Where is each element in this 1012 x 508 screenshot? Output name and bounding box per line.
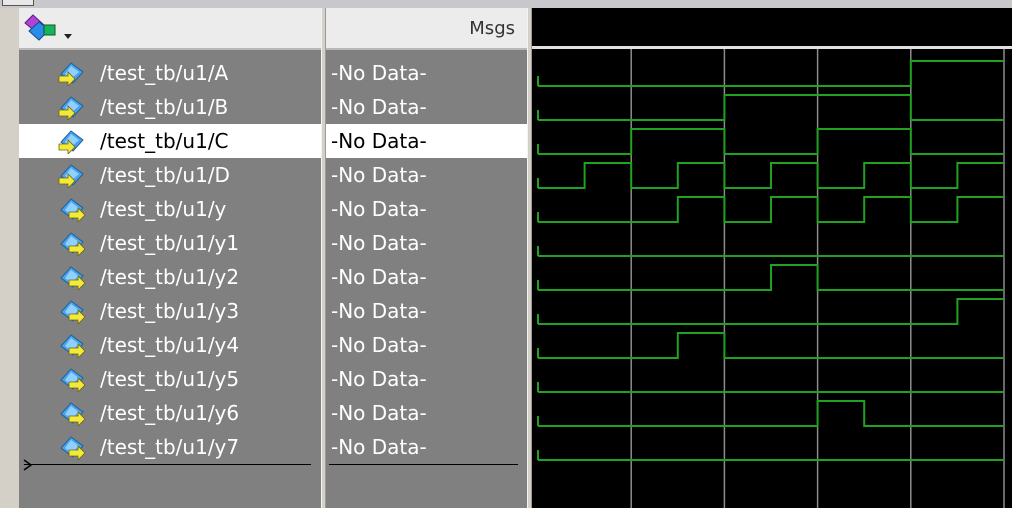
input-signal-icon [57,62,89,87]
output-signal-icon [57,436,89,461]
window-tab[interactable] [2,0,34,6]
waveform-canvas[interactable] [532,8,1012,508]
message-row[interactable]: -No Data- [326,396,527,430]
message-value: -No Data- [331,265,427,289]
message-row[interactable]: -No Data- [326,328,527,362]
signal-names-pane[interactable]: /test_tb/u1/A/test_tb/u1/B/test_tb/u1/C /… [19,8,321,508]
output-signal-icon [57,232,89,257]
signal-row[interactable]: /test_tb/u1/C [19,124,321,158]
output-signal-icon [57,198,89,223]
message-value: -No Data- [331,95,427,119]
output-signal-icon [57,334,89,359]
signal-name: /test_tb/u1/A [100,61,229,85]
signal-name: /test_tb/u1/y6 [100,401,240,425]
signal-name: /test_tb/u1/C [100,129,229,153]
input-signal-icon [57,164,89,189]
message-row[interactable]: -No Data- [326,90,527,124]
message-value: -No Data- [331,61,427,85]
signal-trace[interactable] [538,94,1004,121]
output-signal-icon [57,300,89,325]
message-row[interactable]: -No Data- [326,430,527,464]
list-end-marker-icon [23,459,33,471]
signal-trace[interactable] [538,264,1004,291]
signal-name: /test_tb/u1/y3 [100,299,240,323]
left-margin [0,8,19,508]
message-row[interactable]: -No Data- [326,260,527,294]
list-end-line [24,464,311,465]
signal-trace[interactable] [538,196,1004,223]
signal-trace[interactable] [538,128,1004,155]
msgs-header: Msgs [326,8,527,50]
message-value: -No Data- [331,367,427,391]
signal-row[interactable]: /test_tb/u1/y4 [19,328,321,362]
message-value: -No Data- [331,299,427,323]
message-value: -No Data- [331,163,427,187]
signal-name: /test_tb/u1/y [100,197,227,221]
signal-name: /test_tb/u1/B [100,95,229,119]
signal-row[interactable]: /test_tb/u1/y5 [19,362,321,396]
message-row[interactable]: -No Data- [326,226,527,260]
message-value: -No Data- [331,435,427,459]
messages-pane[interactable]: Msgs -No Data- -No Data- -No Data- -No Data… [326,8,527,508]
signal-row[interactable]: /test_tb/u1/D [19,158,321,192]
signal-trace[interactable] [538,162,1004,189]
output-signal-icon [57,266,89,291]
message-row[interactable]: -No Data- [326,158,527,192]
signal-row[interactable]: /test_tb/u1/y6 [19,396,321,430]
signal-row[interactable]: /test_tb/u1/y7 [19,430,321,464]
message-value: -No Data- [331,333,427,357]
signal-name: /test_tb/u1/y4 [100,333,240,357]
signal-name: /test_tb/u1/y5 [100,367,240,391]
msgs-end-line [329,464,518,465]
signal-trace[interactable] [538,298,1004,325]
signal-row[interactable]: /test_tb/u1/y [19,192,321,226]
message-value: -No Data- [331,231,427,255]
message-row[interactable]: -No Data- [326,56,527,90]
message-value: -No Data- [331,401,427,425]
message-row[interactable]: -No Data- [326,192,527,226]
signal-name: /test_tb/u1/D [100,163,230,187]
msgs-column-title: Msgs [469,18,515,39]
waveform-pane[interactable] [532,8,1012,508]
output-signal-icon [57,368,89,393]
message-value: -No Data- [331,129,427,153]
message-row[interactable]: -No Data- [326,294,527,328]
message-row[interactable]: -No Data- [326,362,527,396]
signal-name: /test_tb/u1/y1 [100,231,240,255]
signal-row[interactable]: /test_tb/u1/y1 [19,226,321,260]
wave-display-dropdown-icon[interactable] [23,13,75,43]
message-value: -No Data- [331,197,427,221]
signal-trace[interactable] [538,400,1004,427]
input-signal-icon [57,130,89,155]
signal-row[interactable]: /test_tb/u1/y2 [19,260,321,294]
signal-trace[interactable] [538,332,1004,359]
signal-row[interactable]: /test_tb/u1/A [19,56,321,90]
names-header [19,8,321,50]
signal-trace[interactable] [538,60,1004,87]
output-signal-icon [57,402,89,427]
signal-row[interactable]: /test_tb/u1/B [19,90,321,124]
input-signal-icon [57,96,89,121]
message-row[interactable]: -No Data- [326,124,527,158]
signal-name: /test_tb/u1/y7 [100,435,240,459]
signal-name: /test_tb/u1/y2 [100,265,240,289]
signal-row[interactable]: /test_tb/u1/y3 [19,294,321,328]
